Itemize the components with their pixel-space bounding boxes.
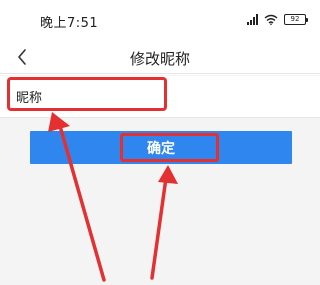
status-bar: 晚上7:51 92 bbox=[0, 0, 320, 40]
nav-bar: 修改昵称 bbox=[0, 40, 320, 74]
nickname-field[interactable] bbox=[0, 76, 320, 118]
battery-icon: 92 bbox=[284, 13, 308, 25]
nickname-input[interactable] bbox=[16, 88, 216, 108]
signal-icon bbox=[247, 13, 258, 25]
wifi-icon bbox=[264, 14, 278, 25]
status-time: 晚上7:51 bbox=[40, 16, 99, 31]
confirm-button[interactable]: 确定 bbox=[30, 131, 292, 164]
page-title: 修改昵称 bbox=[129, 50, 190, 68]
status-icons: 92 bbox=[247, 11, 308, 27]
